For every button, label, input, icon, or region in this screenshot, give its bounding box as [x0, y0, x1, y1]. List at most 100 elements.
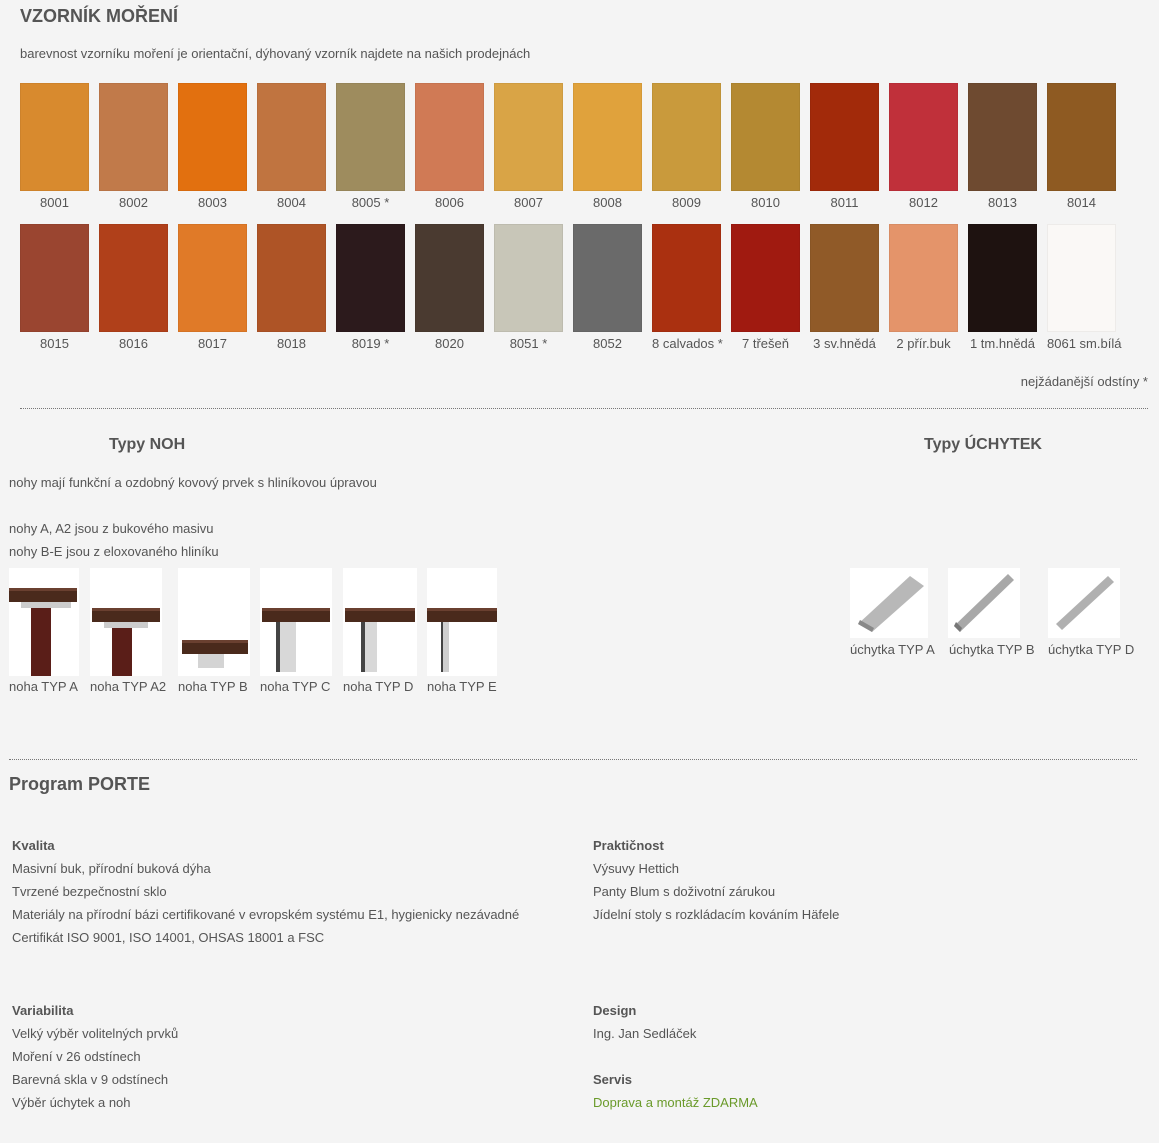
service-link[interactable]: Doprava a montáž ZDARMA [593, 1091, 758, 1114]
swatch-label: 8010 [751, 195, 780, 210]
handle-caption: úchytka TYP D [1048, 642, 1135, 657]
swatch-color [889, 224, 958, 332]
swatch-label: 8018 [277, 336, 306, 351]
stain-swatch[interactable]: 8013 [968, 83, 1037, 210]
handle-a-icon [858, 576, 924, 632]
stain-swatch[interactable]: 8016 [99, 224, 168, 351]
swatch-label: 2 přír.buk [896, 336, 951, 351]
design-line: Ing. Jan Sedláček [593, 1026, 697, 1041]
stain-swatch[interactable]: 8009 [652, 83, 721, 210]
stain-swatch[interactable]: 8 calvados * [652, 224, 723, 351]
swatch-label: 7 třešeň [742, 336, 789, 351]
legs-title: Typy NOH [109, 436, 186, 453]
quality-heading: Kvalita [12, 838, 55, 853]
stain-swatch[interactable]: 8001 [20, 83, 89, 210]
stain-swatch[interactable]: 8011 [810, 83, 879, 210]
stain-note: barevnost vzorníku moření je orientační,… [20, 46, 531, 61]
divider-2 [9, 759, 1137, 760]
leg-a2-image[interactable] [90, 568, 162, 676]
swatch-color [20, 83, 89, 191]
stain-swatch[interactable]: 8012 [889, 83, 958, 210]
stain-swatch[interactable]: 8007 [494, 83, 563, 210]
stain-swatch[interactable]: 8002 [99, 83, 168, 210]
leg-d-image[interactable] [343, 568, 417, 676]
swatch-label: 8001 [40, 195, 69, 210]
design-lines: Ing. Jan Sedláček [593, 1022, 696, 1045]
variability-line: Velký výběr volitelných prvků [12, 1026, 179, 1041]
leg-b-image[interactable] [178, 568, 250, 676]
leg-c-image[interactable] [260, 568, 332, 676]
swatch-color [336, 224, 405, 332]
stain-swatch[interactable]: 8003 [178, 83, 247, 210]
handle-b-image[interactable] [948, 568, 1020, 638]
legs-desc-1: nohy mají funkční a ozdobný kovový prvek… [9, 475, 377, 490]
swatch-label: 8003 [198, 195, 227, 210]
swatch-color [99, 224, 168, 332]
swatch-color [336, 83, 405, 191]
handle-b-icon [954, 574, 1014, 632]
swatch-label: 8016 [119, 336, 148, 351]
handles-title: Typy ÚCHYTEK [924, 436, 1042, 453]
quality-line: Tvrzené bezpečnostní sklo [12, 884, 167, 899]
legs-desc-2: nohy A, A2 jsou z bukového masivu [9, 521, 214, 536]
handle-caption: úchytka TYP B [949, 642, 1035, 657]
stain-swatch[interactable]: 8020 [415, 224, 484, 351]
handle-caption: úchytka TYP A [850, 642, 935, 657]
practical-line: Panty Blum s doživotní zárukou [593, 884, 776, 899]
leg-caption: noha TYP B [178, 679, 248, 694]
stain-swatch[interactable]: 8005 * [336, 83, 405, 210]
swatch-color [20, 224, 89, 332]
leg-d-icon [345, 608, 415, 672]
leg-c-icon [262, 608, 330, 672]
stain-swatch[interactable]: 8019 * [336, 224, 405, 351]
leg-caption: noha TYP C [260, 679, 331, 694]
swatch-color [494, 83, 563, 191]
stain-swatch[interactable]: 8061 sm.bílá [1047, 224, 1122, 351]
stain-swatch[interactable]: 8010 [731, 83, 800, 210]
swatch-label: 8051 * [509, 336, 548, 351]
stain-swatch[interactable]: 8052 [573, 224, 642, 351]
swatch-color [257, 83, 326, 191]
stain-swatch[interactable]: 8008 [573, 83, 642, 210]
leg-a-image[interactable] [9, 568, 79, 676]
swatch-color [1047, 224, 1116, 332]
swatch-label: 8052 [593, 336, 622, 351]
handle-a-image[interactable] [850, 568, 928, 638]
stain-swatch[interactable]: 2 přír.buk [889, 224, 958, 351]
stain-swatch[interactable]: 7 třešeň [731, 224, 800, 351]
design-heading: Design [593, 1003, 637, 1018]
swatch-label: 8004 [277, 195, 306, 210]
stain-swatch[interactable]: 8017 [178, 224, 247, 351]
leg-e-image[interactable] [427, 568, 497, 676]
swatch-label: 8014 [1067, 195, 1096, 210]
practical-block: Praktičnost Výsuvy Hettich Panty Blum s d… [593, 838, 839, 926]
stain-swatch[interactable]: 8051 * [494, 224, 563, 351]
stain-swatch[interactable]: 3 sv.hnědá [810, 224, 879, 351]
practical-line: Jídelní stoly s rozkládacím kováním Häfe… [593, 907, 840, 922]
swatch-label: 8002 [119, 195, 148, 210]
swatch-label: 8015 [40, 336, 69, 351]
swatch-label: 8006 [435, 195, 464, 210]
swatch-color [810, 224, 879, 332]
swatch-label: 8 calvados * [652, 336, 723, 351]
popular-note: nejžádanější odstíny * [1020, 374, 1148, 389]
swatch-color [99, 83, 168, 191]
swatch-label: 8061 sm.bílá [1047, 336, 1122, 351]
leg-a-icon [9, 588, 77, 676]
variability-lines: Velký výběr volitelných prvků Moření v 26… [12, 1022, 178, 1114]
handle-d-image[interactable] [1048, 568, 1120, 638]
swatch-color [573, 83, 642, 191]
stain-swatch[interactable]: 8004 [257, 83, 326, 210]
swatch-label: 8009 [672, 195, 701, 210]
stain-swatch[interactable]: 1 tm.hnědá [968, 224, 1037, 351]
variability-line: Výběr úchytek a noh [12, 1095, 131, 1110]
divider [20, 408, 1148, 409]
stain-swatch[interactable]: 8018 [257, 224, 326, 351]
swatch-color [652, 224, 721, 332]
swatch-label: 8005 * [351, 195, 390, 210]
stain-swatch[interactable]: 8006 [415, 83, 484, 210]
swatch-label: 8017 [198, 336, 227, 351]
stain-swatch[interactable]: 8015 [20, 224, 89, 351]
swatch-color [731, 224, 800, 332]
stain-swatch[interactable]: 8014 [1047, 83, 1116, 210]
